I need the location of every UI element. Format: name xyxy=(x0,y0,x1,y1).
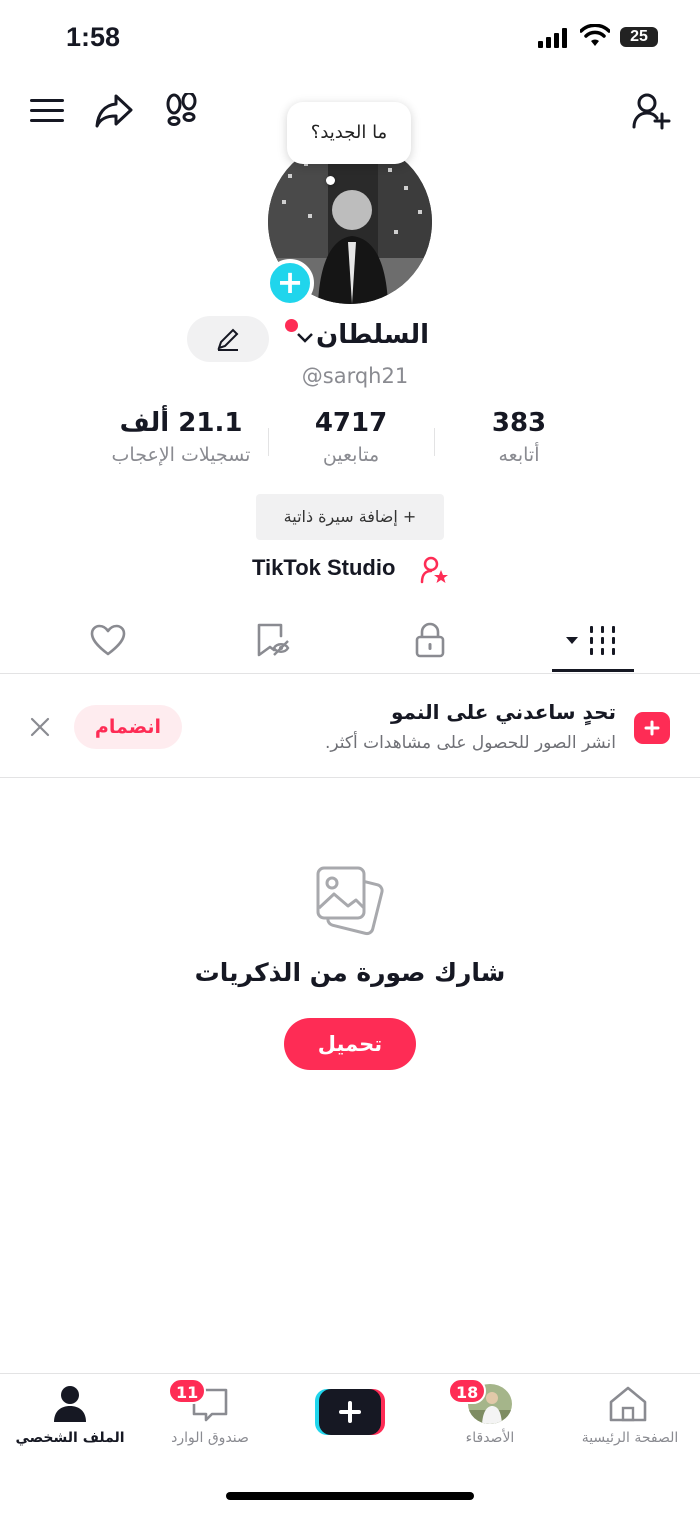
pencil-icon xyxy=(217,328,239,351)
challenge-title: تحدٍ ساعدني على النمو xyxy=(390,700,616,724)
photos-icon xyxy=(312,864,388,940)
signal-icon xyxy=(538,28,570,48)
nav-friends-label: الأصدقاء xyxy=(465,1430,515,1446)
grid-columns-icon xyxy=(566,626,615,655)
wifi-icon xyxy=(580,24,610,48)
hidden-bookmark-icon xyxy=(257,623,290,657)
status-dot xyxy=(285,319,298,332)
tab-private[interactable] xyxy=(414,622,446,658)
tab-favorites[interactable] xyxy=(254,622,290,658)
nav-profile-label: الملف الشخصي xyxy=(15,1430,125,1446)
inbox-badge: 11 xyxy=(168,1378,207,1404)
following-label: أتابعه xyxy=(498,444,540,466)
stat-divider xyxy=(434,428,435,456)
profile-handle: @sarqh21 xyxy=(301,364,409,388)
following-count[interactable]: 383 xyxy=(460,408,578,438)
whats-new-bubble[interactable]: ما الجديد؟ xyxy=(287,102,411,164)
upload-button[interactable]: تحميل xyxy=(284,1018,416,1070)
profile-icon[interactable] xyxy=(50,1384,90,1424)
navbar-divider xyxy=(0,1373,700,1374)
chevron-down-icon[interactable] xyxy=(296,332,314,344)
close-icon[interactable] xyxy=(30,717,50,737)
heart-icon xyxy=(90,624,126,656)
add-friend-icon[interactable] xyxy=(632,92,672,130)
bubble-tail xyxy=(326,176,335,185)
nav-home-label: الصفحة الرئيسية xyxy=(581,1430,679,1446)
friends-badge: 18 xyxy=(448,1378,487,1404)
menu-icon[interactable] xyxy=(30,96,64,126)
tabs-divider xyxy=(0,673,700,674)
edit-profile-button[interactable] xyxy=(187,316,269,362)
tab-liked[interactable] xyxy=(90,624,126,656)
home-indicator[interactable] xyxy=(226,1492,474,1500)
add-story-button[interactable]: + xyxy=(266,259,314,307)
tiktok-studio-link[interactable]: TikTok Studio xyxy=(252,555,395,581)
status-time: 1:58 xyxy=(66,22,121,52)
active-tab-indicator xyxy=(552,669,634,672)
nav-inbox-label: صندوق الوارد xyxy=(171,1430,249,1446)
empty-state-title: شارك صورة من الذكريات xyxy=(194,958,506,987)
share-icon[interactable] xyxy=(94,92,134,130)
create-button[interactable] xyxy=(315,1389,385,1435)
banner-divider xyxy=(0,777,700,778)
likes-count[interactable]: 21.1 ألف xyxy=(96,408,266,438)
tab-posts[interactable] xyxy=(566,624,620,658)
followers-label: متابعين xyxy=(322,444,380,466)
profile-name: السلطان xyxy=(316,320,430,350)
lock-icon xyxy=(415,622,445,658)
join-button[interactable]: انضمام xyxy=(74,705,182,749)
add-bio-button[interactable]: + إضافة سيرة ذاتية xyxy=(256,494,444,540)
battery-indicator: 25 xyxy=(620,27,658,47)
likes-label: تسجيلات الإعجاب xyxy=(111,444,251,466)
nav-home[interactable] xyxy=(606,1384,650,1424)
challenge-icon xyxy=(634,712,670,744)
stat-divider xyxy=(268,428,269,456)
creator-star-icon[interactable] xyxy=(420,556,450,584)
footprints-icon[interactable] xyxy=(164,93,200,129)
followers-count[interactable]: 4717 xyxy=(292,408,410,438)
challenge-subtitle: انشر الصور للحصول على مشاهدات أكثر. xyxy=(324,733,616,753)
home-icon xyxy=(609,1386,647,1422)
